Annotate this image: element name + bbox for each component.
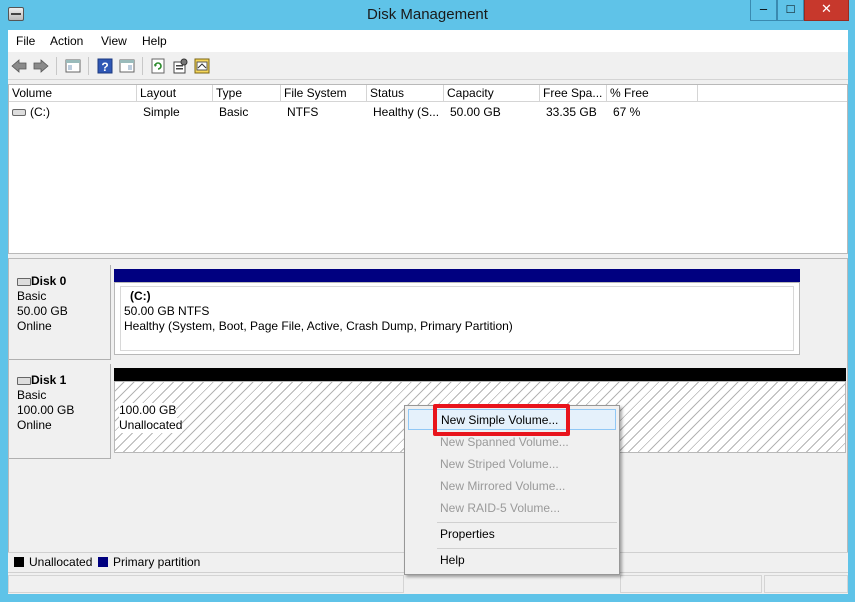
partition-label: (C:) xyxy=(130,289,151,303)
disk-1-name: Disk 1 xyxy=(31,373,67,387)
disk-0-name: Disk 0 xyxy=(31,274,67,288)
disk-1-label[interactable]: Disk 1 Basic 100.00 GB Online xyxy=(9,364,111,459)
menu-bar: File Action View Help xyxy=(8,30,848,52)
status-cell-secondary xyxy=(620,575,762,593)
column-header-free-space[interactable]: Free Spa... xyxy=(540,85,607,102)
volume-list: Volume Layout Type File System Status Ca… xyxy=(8,84,848,254)
wizard-icon[interactable] xyxy=(193,57,211,75)
menu-item-help[interactable]: Help xyxy=(408,550,616,571)
volume-name: (C:) xyxy=(30,105,50,119)
toolbar-separator xyxy=(88,57,89,75)
toolbar: ? xyxy=(8,52,848,80)
disk-icon xyxy=(17,277,31,286)
column-header-layout[interactable]: Layout xyxy=(137,85,213,102)
disk-0-type: Basic xyxy=(17,289,47,303)
menu-file[interactable]: File xyxy=(16,34,35,48)
status-bar xyxy=(8,572,848,594)
properties-icon[interactable] xyxy=(171,57,189,75)
disk-1-state: Online xyxy=(17,418,52,432)
partition-status: Healthy (System, Boot, Page File, Active… xyxy=(124,319,513,333)
title-bar[interactable]: Disk Management – □ ✕ xyxy=(0,0,855,30)
console-window-icon[interactable] xyxy=(118,57,136,75)
disk-0-size: 50.00 GB xyxy=(17,304,68,318)
volume-cell[interactable]: (C:) xyxy=(12,105,50,119)
drive-icon xyxy=(12,109,26,117)
disk-management-window: Disk Management – □ ✕ File Action View H… xyxy=(0,0,855,602)
disk-1-size: 100.00 GB xyxy=(17,403,75,417)
legend-swatch-primary-partition xyxy=(98,557,108,567)
minimize-button[interactable]: – xyxy=(750,0,777,21)
partition-size-fs: 50.00 GB NTFS xyxy=(124,304,210,318)
legend-label-unallocated: Unallocated xyxy=(29,555,93,569)
refresh-icon[interactable] xyxy=(149,57,167,75)
percent-free-cell: 67 % xyxy=(613,105,641,119)
column-header-empty xyxy=(698,85,847,102)
status-cell-tertiary xyxy=(764,575,848,593)
disk-0-partition-bar xyxy=(114,269,800,282)
menu-separator xyxy=(437,522,617,523)
legend-label-primary-partition: Primary partition xyxy=(113,555,201,569)
back-arrow-icon[interactable] xyxy=(10,57,28,75)
close-button[interactable]: ✕ xyxy=(804,0,849,21)
disk-1-unallocated-bar xyxy=(114,368,846,381)
layout-cell: Simple xyxy=(143,105,180,119)
disk-icon xyxy=(17,376,31,385)
legend-swatch-unallocated xyxy=(14,557,24,567)
column-header-status[interactable]: Status xyxy=(367,85,444,102)
forward-arrow-icon[interactable] xyxy=(32,57,50,75)
menu-item-new-raid5-volume: New RAID-5 Volume... xyxy=(440,501,561,515)
column-header-file-system[interactable]: File System xyxy=(281,85,367,102)
toolbar-separator xyxy=(142,57,143,75)
menu-item-new-mirrored-volume: New Mirrored Volume... xyxy=(440,479,566,493)
disk-0-label[interactable]: Disk 0 Basic 50.00 GB Online xyxy=(9,265,111,360)
status-cell-main xyxy=(8,575,404,593)
column-header-capacity[interactable]: Capacity xyxy=(444,85,540,102)
menu-action[interactable]: Action xyxy=(50,34,83,48)
free-space-cell: 33.35 GB xyxy=(546,105,597,119)
column-header-percent-free[interactable]: % Free xyxy=(607,85,698,102)
file-system-cell: NTFS xyxy=(287,105,319,119)
disk-0-partition-c[interactable]: (C:) 50.00 GB NTFS Healthy (System, Boot… xyxy=(114,282,800,355)
svg-text:?: ? xyxy=(101,60,108,74)
toolbar-separator xyxy=(56,57,57,75)
capacity-cell: 50.00 GB xyxy=(450,105,501,119)
show-hide-console-tree-icon[interactable] xyxy=(64,57,82,75)
unallocated-size: 100.00 GB xyxy=(119,403,177,418)
type-cell: Basic xyxy=(219,105,249,119)
menu-separator xyxy=(437,548,617,549)
menu-help[interactable]: Help xyxy=(142,34,167,48)
menu-view[interactable]: View xyxy=(101,34,127,48)
maximize-button[interactable]: □ xyxy=(777,0,804,21)
help-icon[interactable]: ? xyxy=(96,57,114,75)
annotation-highlight-box xyxy=(433,404,570,436)
status-cell: Healthy (S... xyxy=(373,105,440,119)
menu-item-properties[interactable]: Properties xyxy=(408,524,616,545)
disk-0-state: Online xyxy=(17,319,52,333)
column-header-volume[interactable]: Volume xyxy=(9,85,137,102)
menu-item-new-striped-volume: New Striped Volume... xyxy=(440,457,559,471)
column-header-type[interactable]: Type xyxy=(213,85,281,102)
window-title: Disk Management xyxy=(367,6,488,23)
partition-inner: (C:) 50.00 GB NTFS Healthy (System, Boot… xyxy=(120,286,794,351)
unallocated-label: Unallocated xyxy=(119,418,183,433)
disk-1-type: Basic xyxy=(17,388,47,402)
